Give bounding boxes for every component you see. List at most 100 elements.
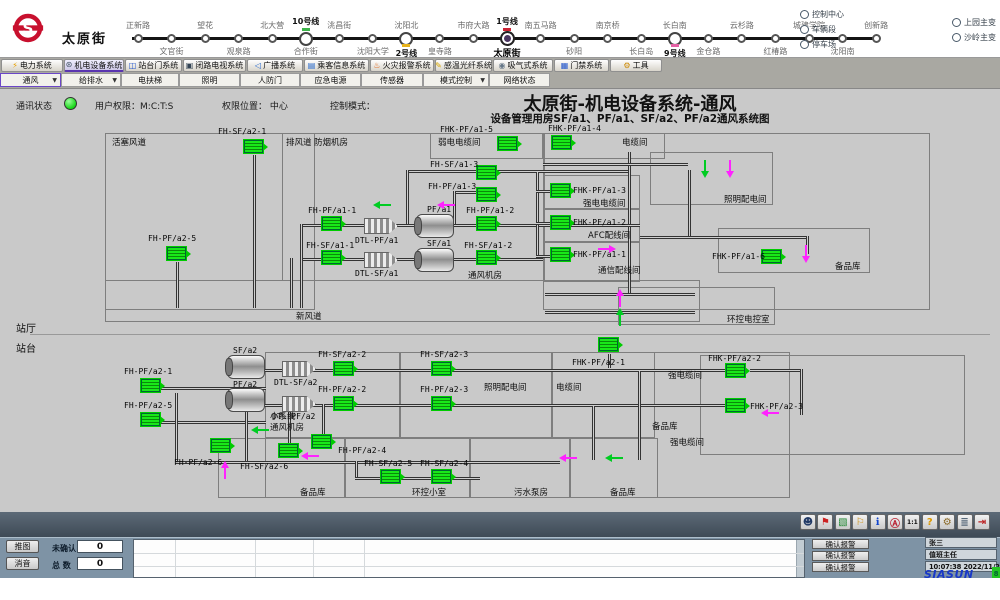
duct-pipe	[543, 163, 688, 166]
flow-arrow	[598, 248, 609, 250]
equipment-label: FH-SF/a2-6	[240, 462, 288, 471]
duct-pipe	[355, 477, 480, 480]
equipment-label: DTL-SF/a2	[274, 378, 317, 387]
pinned-screen-icon[interactable]: ⚐	[852, 514, 868, 530]
room-label: 环控电控室	[727, 313, 770, 325]
fan-fh-pf-a2-2[interactable]	[334, 397, 353, 410]
bottom-icon-strip: ☻⚑▧⚐ℹⒶ1:1?⚙≣⇥	[0, 512, 1000, 537]
fan-fhk-pf-a1-3[interactable]	[551, 184, 570, 197]
alarm-panel: 张三 值班主任 10:07:38 2022/11/28 SIASUN 8 推图消…	[0, 537, 1000, 579]
duct-pipe	[406, 170, 409, 226]
equipment-label: SF/a2	[233, 346, 257, 355]
fan-fh-sf-a1-3[interactable]	[477, 166, 496, 179]
fan-fh-pf-a2-3[interactable]	[432, 397, 451, 410]
equipment-label: FH-PF/a2-1	[124, 367, 172, 376]
room-label: 备品库	[652, 420, 678, 432]
fan-fh-pf-a2-4[interactable]	[312, 435, 331, 448]
equipment-label: FH-PF/a2-2	[318, 385, 366, 394]
equipment-label: PF/a2	[233, 380, 257, 389]
equipment-label: FH-SF/a2-2	[318, 350, 366, 359]
duct-pipe	[640, 236, 806, 239]
fan-fh-sf-a1-1[interactable]	[322, 251, 341, 264]
fan-fh-pf-a1-1[interactable]	[322, 217, 341, 230]
trend-chart-icon[interactable]: ▧	[835, 514, 851, 530]
fan-fh-sf-a2-5[interactable]	[381, 470, 400, 483]
equipment-label: FH-SF/a2-5	[364, 459, 412, 468]
exit-icon[interactable]: ⇥	[974, 514, 990, 530]
duct-pipe	[452, 224, 478, 227]
counter-label: 未确认	[52, 543, 76, 554]
one-to-one-icon[interactable]: 1:1	[904, 514, 920, 530]
help-icon[interactable]: ?	[922, 514, 938, 530]
equipment-label: FHK-PF/a2-1	[572, 358, 625, 367]
ack-alarm-button[interactable]: 确认报警	[812, 539, 869, 549]
flow-arrow	[729, 160, 731, 171]
network-icon[interactable]: ≣	[957, 514, 973, 530]
equipment-label: FHK-PF/a2-2	[708, 354, 761, 363]
table-row-line	[134, 553, 804, 554]
alarm-screen-icon[interactable]: ⚑	[817, 514, 833, 530]
fan-fh-sf-a2-1[interactable]	[244, 140, 263, 153]
ack-alarm-button[interactable]: 确认报警	[812, 562, 869, 572]
counter-value: 0	[77, 557, 123, 570]
fan-fh-pf-a2-5[interactable]	[167, 247, 186, 260]
fan-fhk-pf-a2-3[interactable]	[726, 399, 745, 412]
info-icon[interactable]: ℹ	[870, 514, 886, 530]
room-label: 强电缆间	[670, 436, 704, 448]
flow-arrow	[768, 412, 779, 414]
fan-machine-pf-a1[interactable]	[416, 214, 454, 238]
duct-pipe	[452, 258, 478, 261]
room-label: 通风机房	[270, 421, 304, 433]
fan-fh-sf-a2-4[interactable]	[432, 470, 451, 483]
fan-fhk-pf-a1-1[interactable]	[551, 248, 570, 261]
room-label: 通信配线间	[598, 264, 641, 276]
equipment-label: FH-PF/a2-5	[124, 401, 172, 410]
fan-fh-sf-a1-2[interactable]	[477, 251, 496, 264]
fan-fh-pf-a1-2[interactable]	[477, 217, 496, 230]
operator-icon[interactable]: ☻	[800, 514, 816, 530]
alarm-table[interactable]	[133, 539, 805, 578]
fan-fh-pf-a2-1[interactable]	[141, 379, 160, 392]
equipment-label: FH-PF/a1-1	[308, 206, 356, 215]
alarm-table-scrollbar[interactable]	[796, 540, 804, 577]
duct-pipe	[300, 224, 418, 227]
panel-button-推图[interactable]: 推图	[6, 540, 39, 553]
settings-gear-icon[interactable]: ⚙	[939, 514, 955, 530]
fan-machine-sf-a2[interactable]	[227, 355, 265, 379]
room-label: 站厅	[16, 320, 36, 335]
flow-arrow	[380, 204, 391, 206]
duct-pipe	[536, 172, 539, 258]
fan-fhk-pf-a2-1[interactable]	[599, 338, 618, 351]
fan-fh-pf-a1-3[interactable]	[477, 188, 496, 201]
room-label: 强电电缆间	[583, 197, 626, 209]
fan-fhk-pf-a1-2[interactable]	[551, 216, 570, 229]
equipment-label: FH-PF/a2-3	[420, 385, 468, 394]
fan-fh-sf-a2-6[interactable]	[279, 444, 298, 457]
fan-fh-pf-a2-5[interactable]	[141, 413, 160, 426]
equipment-label: FHK-PF/a1-3	[573, 186, 626, 195]
equipment-label: SF/a1	[427, 239, 451, 248]
flow-arrow	[619, 315, 621, 326]
equipment-label: FH-SF/a1-2	[464, 241, 512, 250]
equipment-label: FH-PF/a2-6	[174, 458, 222, 467]
table-row-line	[134, 566, 804, 567]
ack-alarm-button[interactable]: 确认报警	[812, 551, 869, 561]
flow-arrow	[704, 160, 706, 171]
fan-fh-pf-a2-6[interactable]	[211, 439, 230, 452]
fan-fh-sf-a2-2[interactable]	[334, 362, 353, 375]
duct-pipe	[245, 404, 248, 461]
duct-pipe	[536, 255, 552, 258]
flow-arrow	[805, 245, 807, 256]
alarm-ack-icon[interactable]: Ⓐ	[887, 514, 903, 530]
duct-pipe	[592, 406, 595, 460]
room-label: 强电缆间	[668, 369, 702, 381]
fan-machine-sf-a1[interactable]	[416, 248, 454, 272]
fan-machine-pf-a2[interactable]	[227, 388, 265, 412]
fan-fh-sf-a2-3[interactable]	[432, 362, 451, 375]
fan-fhk-pf-a2-2[interactable]	[726, 364, 745, 377]
table-column-line	[255, 540, 256, 577]
flow-arrow	[258, 429, 269, 431]
fan-fhk-pf-a1-5[interactable]	[498, 137, 517, 150]
fan-fhk-pf-a1-4[interactable]	[552, 136, 571, 149]
panel-button-消音[interactable]: 消音	[6, 557, 39, 570]
